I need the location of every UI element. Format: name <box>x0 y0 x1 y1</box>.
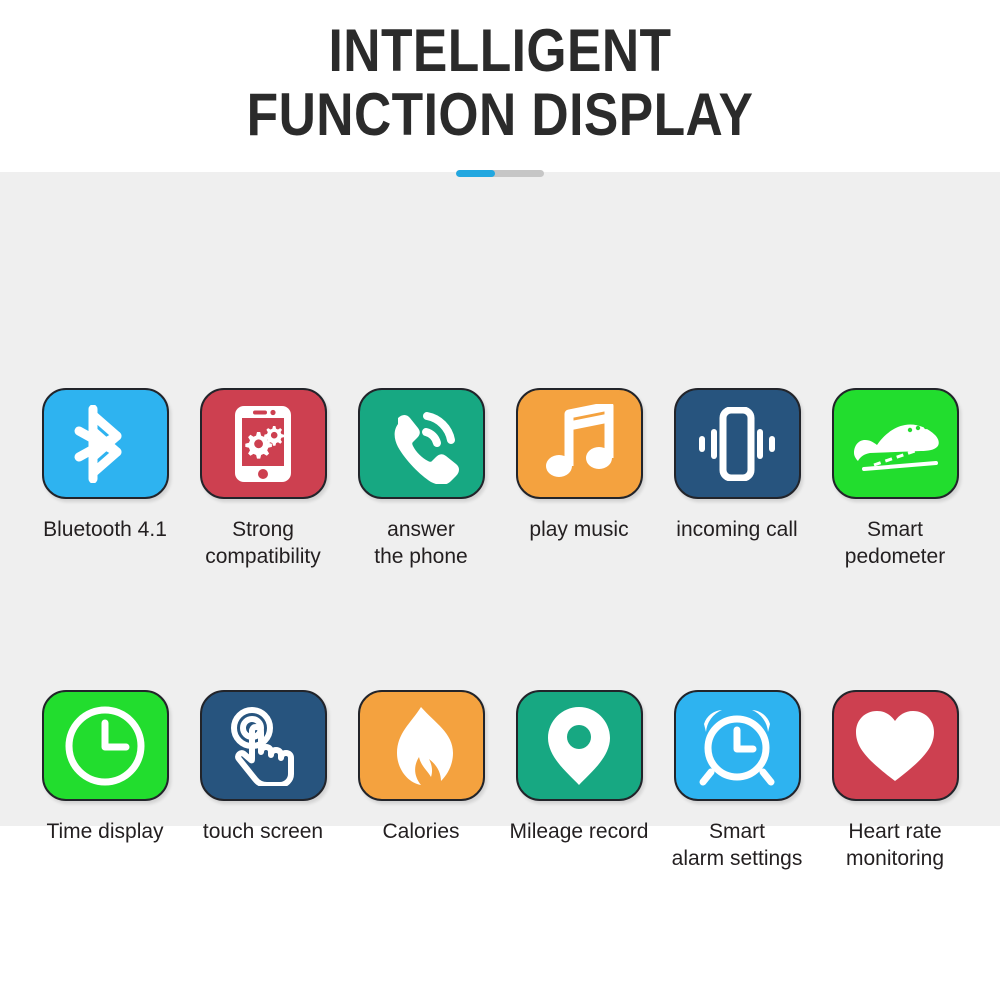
feature-tile[interactable] <box>357 690 485 801</box>
music-note-icon <box>543 403 615 484</box>
feature-tile[interactable] <box>41 690 169 801</box>
feature-tile[interactable] <box>831 388 959 499</box>
running-shoe-icon <box>848 413 942 475</box>
header: INTELLIGENT FUNCTION DISPLAY <box>0 20 1000 177</box>
map-pin-icon <box>546 705 612 787</box>
feature-tile[interactable] <box>515 690 643 801</box>
feature-tile[interactable] <box>831 690 959 801</box>
feature-item[interactable]: touch screen <box>184 690 342 872</box>
feature-label: incoming call <box>676 518 798 541</box>
feature-label: Mileage record <box>509 820 649 843</box>
feature-item[interactable]: play music <box>500 388 658 570</box>
feature-item[interactable]: Smart pedometer <box>816 388 974 570</box>
feature-label: touch screen <box>202 820 324 843</box>
feature-item[interactable]: Heart rate monitoring <box>816 690 974 872</box>
feature-label: Time display <box>46 820 164 843</box>
feature-label: Smart pedometer <box>844 518 946 568</box>
feature-tile[interactable] <box>41 388 169 499</box>
heart-icon <box>854 709 936 783</box>
clock-icon <box>64 705 146 787</box>
feature-tile[interactable] <box>199 690 327 801</box>
bluetooth-icon <box>69 404 141 483</box>
tap-hand-icon <box>222 706 304 786</box>
feature-item[interactable]: Mileage record <box>500 690 658 872</box>
feature-label: Heart rate monitoring <box>845 820 945 870</box>
feature-item[interactable]: Time display <box>26 690 184 872</box>
feature-item[interactable]: Bluetooth 4.1 <box>26 388 184 570</box>
feature-label: play music <box>529 518 629 541</box>
feature-item[interactable]: Calories <box>342 690 500 872</box>
feature-item[interactable]: answer the phone <box>342 388 500 570</box>
vibrating-phone-icon <box>694 406 780 481</box>
phone-gears-icon <box>233 404 293 484</box>
feature-item[interactable]: incoming call <box>658 388 816 570</box>
alarm-clock-icon <box>694 704 780 788</box>
infographic-page: INTELLIGENT FUNCTION DISPLAY Bluetooth 4… <box>0 0 1000 1000</box>
feature-tile[interactable] <box>199 388 327 499</box>
feature-item[interactable]: Smart alarm settings <box>658 690 816 872</box>
feature-label: answer the phone <box>374 518 468 568</box>
page-title-line-2: FUNCTION DISPLAY <box>246 81 754 148</box>
title-divider <box>456 170 544 177</box>
page-title-line-1: INTELLIGENT <box>328 17 672 84</box>
feature-label: Strong compatibility <box>205 518 321 568</box>
feature-tile[interactable] <box>673 388 801 499</box>
answer-call-icon <box>380 404 462 484</box>
feature-item[interactable]: Strong compatibility <box>184 388 342 570</box>
flame-icon <box>389 705 453 787</box>
feature-label: Smart alarm settings <box>671 820 803 870</box>
title-divider-fill <box>456 170 495 177</box>
feature-tile[interactable] <box>357 388 485 499</box>
feature-label: Calories <box>382 820 460 843</box>
feature-label: Bluetooth 4.1 <box>43 518 167 541</box>
feature-tile[interactable] <box>673 690 801 801</box>
feature-tile[interactable] <box>515 388 643 499</box>
feature-grid: Bluetooth 4.1 Strong compatibility answe… <box>26 388 976 872</box>
